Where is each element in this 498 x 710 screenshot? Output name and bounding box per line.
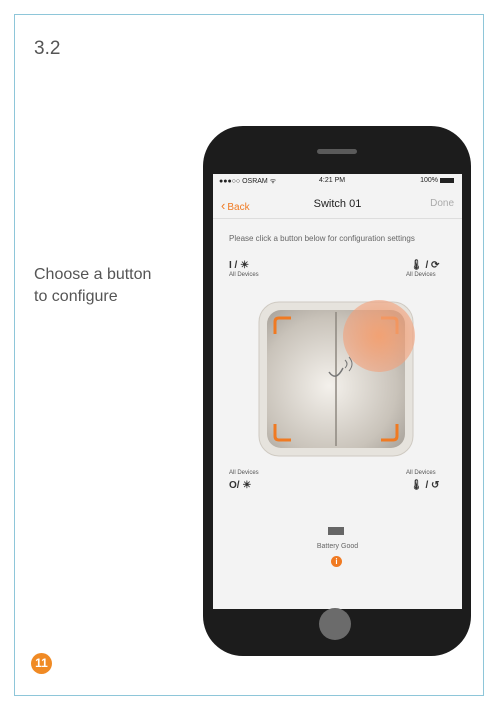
top-left-function-icon: I / ☀ — [229, 260, 250, 271]
home-button[interactable] — [319, 608, 351, 640]
status-time: 4:21 PM — [319, 177, 346, 184]
top-right-function-icon: 🌡 / ⟳ — [410, 260, 440, 271]
battery-status-icon — [328, 527, 344, 535]
info-icon[interactable]: i — [331, 556, 342, 567]
bottom-left-target-label: All Devices — [229, 470, 259, 476]
switch-svg — [258, 300, 415, 457]
left-rocker-button[interactable] — [269, 312, 333, 446]
caption: Choose a button to configure — [34, 264, 204, 308]
battery-status-text: Battery Good — [316, 543, 359, 550]
status-bar: ●●●○○ OSRAM ᯤ 4:21 PM 100% — [213, 174, 462, 186]
caption-line-1: Choose a button — [34, 266, 152, 283]
carrier-label: ●●●○○ OSRAM ᯤ — [219, 178, 277, 185]
phone-speaker — [317, 149, 357, 154]
bottom-right-function-icon: 🌡 / ↺ — [410, 480, 440, 491]
section-number: 3.2 — [34, 38, 61, 59]
top-right-target-label: All Devices — [406, 272, 436, 278]
step-badge: 11 — [31, 653, 52, 674]
instruction-text: Please click a button below for configur… — [229, 234, 415, 243]
bottom-right-target-label: All Devices — [406, 470, 436, 476]
page-title: Switch 01 — [313, 198, 362, 210]
phone-screen: ●●●○○ OSRAM ᯤ 4:21 PM 100% ‹ Back Switch … — [213, 174, 462, 609]
bottom-left-function-icon: O/ ☀ — [229, 480, 252, 491]
touch-indicator — [343, 300, 415, 372]
nav-bar: ‹ Back Switch 01 Done — [213, 188, 462, 219]
wall-switch-graphic — [257, 300, 415, 458]
battery-icon — [440, 177, 454, 183]
caption-line-2: to configure — [34, 288, 118, 305]
done-button[interactable]: Done — [430, 198, 454, 209]
status-battery: 100% — [420, 177, 454, 184]
top-left-target-label: All Devices — [229, 272, 259, 278]
battery-percent: 100% — [420, 177, 438, 184]
phone-mockup: ●●●○○ OSRAM ᯤ 4:21 PM 100% ‹ Back Switch … — [203, 126, 471, 656]
